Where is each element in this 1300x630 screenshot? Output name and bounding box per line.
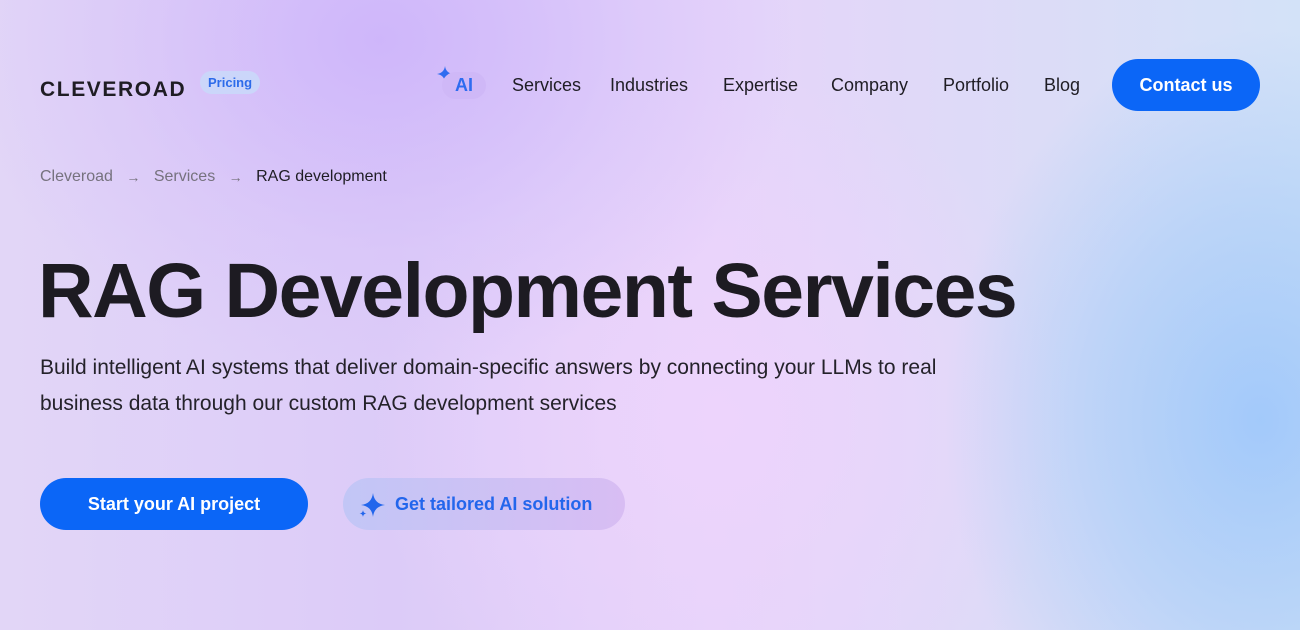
site-header: CLEVEROAD Pricing AI Services Industries… [0, 0, 1300, 170]
nav-item-portfolio[interactable]: Portfolio [943, 72, 1009, 98]
breadcrumb-current: RAG development [256, 168, 387, 185]
breadcrumb: Cleveroad → Services → RAG development [40, 166, 387, 188]
cleveroad-logo[interactable]: CLEVEROAD [40, 78, 186, 102]
breadcrumb-item-cleveroad[interactable]: Cleveroad [40, 166, 113, 188]
page-title: RAG Development Services [38, 248, 1018, 334]
secondary-button-label: Get tailored AI solution [395, 494, 593, 514]
sparkle-icon [359, 493, 385, 517]
nav-item-company[interactable]: Company [831, 72, 908, 98]
start-ai-project-button[interactable]: Start your AI project [40, 478, 308, 530]
arrow-right-icon: → [126, 169, 141, 185]
nav-item-expertise[interactable]: Expertise [723, 72, 798, 98]
nav-item-services[interactable]: Services [512, 72, 581, 98]
nav-item-ai[interactable]: AI [442, 72, 486, 99]
breadcrumb-item-services[interactable]: Services [154, 166, 215, 188]
get-tailored-ai-solution-button[interactable]: Get tailored AI solution [343, 478, 625, 530]
pricing-badge[interactable]: Pricing [200, 71, 261, 94]
hero-description: Build intelligent AI systems that delive… [40, 356, 937, 415]
nav-item-blog[interactable]: Blog [1044, 72, 1080, 98]
arrow-right-icon: → [228, 169, 243, 185]
contact-us-button[interactable]: Contact us [1112, 59, 1260, 111]
nav-item-industries[interactable]: Industries [610, 72, 688, 98]
